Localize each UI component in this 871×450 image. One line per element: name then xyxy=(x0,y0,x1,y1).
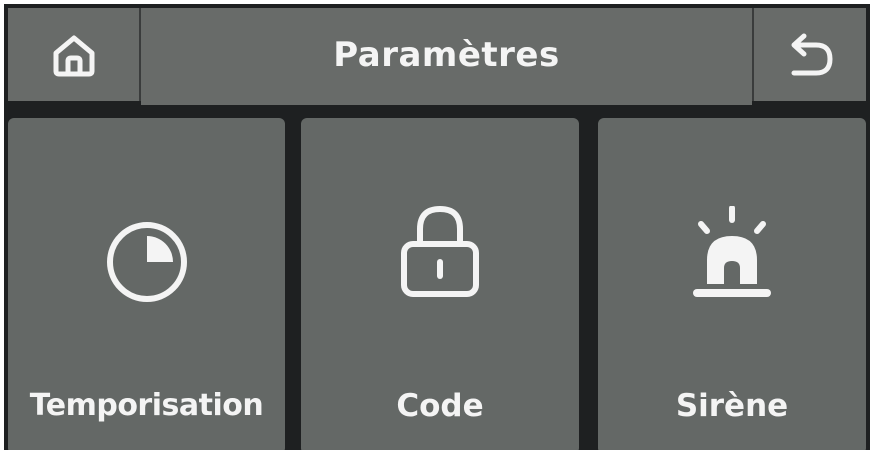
tile-label: Code xyxy=(396,388,484,424)
header-bar: Paramètres xyxy=(8,8,866,105)
back-arrow-icon xyxy=(791,33,833,75)
tile-temporisation[interactable]: Temporisation xyxy=(8,118,285,450)
home-icon xyxy=(53,35,94,76)
page-title: Paramètres xyxy=(141,8,752,105)
tile-label: Sirène xyxy=(675,388,789,424)
timer-icon xyxy=(106,222,187,302)
settings-screen: Paramètres Temporisation Code Sirène xyxy=(4,4,870,450)
siren-icon xyxy=(693,206,771,297)
lock-icon xyxy=(401,205,479,297)
tile-code[interactable]: Code xyxy=(301,118,579,450)
tile-sirene[interactable]: Sirène xyxy=(598,118,866,450)
tile-label: Temporisation xyxy=(29,388,264,423)
back-button[interactable] xyxy=(752,8,866,101)
home-button[interactable] xyxy=(8,8,141,101)
